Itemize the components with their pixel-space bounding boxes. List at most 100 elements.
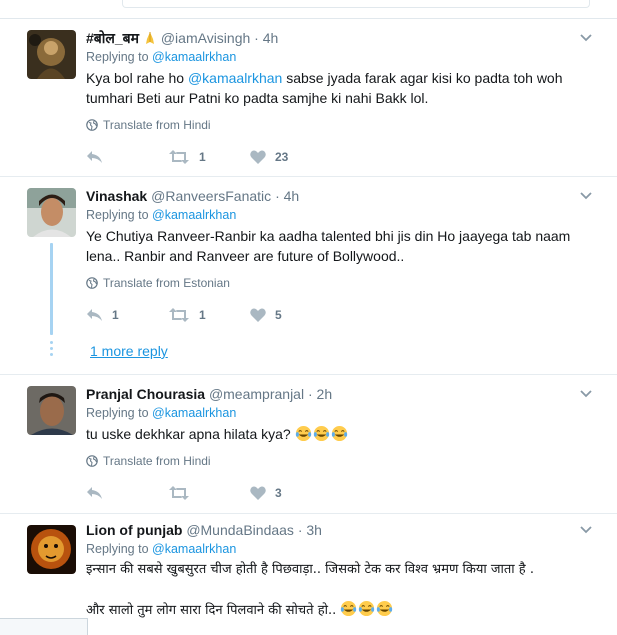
like-button[interactable]: 5 [250, 308, 332, 322]
user-fullname[interactable]: Lion of punjab [86, 522, 182, 538]
thread-line [50, 243, 53, 335]
replying-to: Replying to @kamaalrkhan [86, 541, 595, 557]
reply-count: 1 [112, 308, 119, 322]
mention-link[interactable]: @kamaalrkhan [188, 70, 282, 86]
tweet-text-part: Kya bol rahe ho [86, 70, 188, 86]
tears-of-joy-emoji-icon [377, 600, 393, 617]
translate-label[interactable]: Translate from Hindi [103, 118, 211, 132]
reply-button[interactable]: 1 [86, 308, 168, 322]
thread-dots [50, 341, 53, 359]
user-fullname[interactable]: Vinashak [86, 188, 147, 204]
translate-label[interactable]: Translate from Estonian [103, 276, 230, 290]
retweet-count: 1 [199, 150, 206, 164]
avatar-image [27, 525, 76, 574]
avatar[interactable] [27, 30, 76, 79]
globe-icon [86, 455, 98, 467]
tweet[interactable]: Lion of punjab @MundaBindaas · 3h Replyi… [0, 514, 617, 635]
globe-icon [86, 119, 98, 131]
avatar[interactable] [27, 525, 76, 574]
tears-of-joy-emoji-icon [313, 425, 329, 442]
tweet-actions: 1 1 5 [86, 306, 595, 324]
like-button[interactable]: 3 [250, 486, 332, 500]
retweet-count: 1 [199, 308, 206, 322]
translate-link[interactable]: Translate from Estonian [86, 276, 595, 290]
user-fullname[interactable]: #बोल_बम [86, 30, 139, 46]
replying-prefix: Replying to [86, 542, 149, 556]
like-button[interactable]: 23 [250, 150, 332, 164]
tweet-timestamp[interactable]: 3h [306, 522, 322, 538]
user-screen-name[interactable]: @meampranjal [209, 386, 304, 402]
reply-input-edge[interactable] [122, 0, 590, 8]
tweet-timestamp[interactable]: 4h [284, 188, 300, 204]
translate-link[interactable]: Translate from Hindi [86, 118, 595, 132]
replying-to-link[interactable]: @kamaalrkhan [152, 50, 236, 64]
avatar[interactable] [27, 386, 76, 435]
replying-to-link[interactable]: @kamaalrkhan [152, 542, 236, 556]
avatar-image [27, 386, 76, 435]
like-count: 23 [275, 150, 289, 164]
heart-icon [250, 150, 266, 164]
tears-of-joy-emoji-icon [341, 600, 357, 617]
tweet-timestamp[interactable]: 2h [317, 386, 333, 402]
reply-icon [87, 151, 102, 163]
like-count: 5 [275, 308, 282, 322]
chevron-down-icon[interactable] [580, 390, 592, 398]
separator-dot: · [254, 30, 259, 46]
reply-icon [87, 309, 102, 321]
replying-prefix: Replying to [86, 208, 149, 222]
tweet[interactable]: #बोल_बम @iamAvisingh · 4h Replying to @k… [0, 19, 617, 177]
tweet-header: Vinashak @RanveersFanatic · 4h [86, 186, 595, 206]
replying-to-link[interactable]: @kamaalrkhan [152, 406, 236, 420]
tweet-text: इन्सान की सबसे खुबसुरत चीज होती है पिछवा… [86, 560, 595, 621]
tweet-timestamp[interactable]: 4h [263, 30, 279, 46]
reply-button[interactable] [86, 486, 168, 500]
separator-dot: · [297, 522, 303, 538]
avatar[interactable] [27, 188, 76, 237]
tweet-header: #बोल_बम @iamAvisingh · 4h [86, 28, 595, 48]
like-count: 3 [275, 486, 282, 500]
user-screen-name[interactable]: @iamAvisingh [161, 30, 250, 46]
replying-to: Replying to @kamaalrkhan [86, 49, 595, 65]
translate-link[interactable]: Translate from Hindi [86, 454, 595, 468]
retweet-icon [169, 486, 189, 500]
user-screen-name[interactable]: @RanveersFanatic [151, 188, 271, 204]
top-strip [0, 0, 617, 19]
user-screen-name[interactable]: @MundaBindaas [186, 522, 294, 538]
tweet-text: Ye Chutiya Ranveer-Ranbir ka aadha talen… [86, 228, 571, 264]
separator-dot: · [307, 386, 313, 402]
chevron-down-icon[interactable] [580, 192, 592, 200]
tweet[interactable]: Pranjal Chourasia @meampranjal · 2h Repl… [0, 375, 617, 514]
retweet-icon [169, 308, 189, 322]
tweet-text: tu uske dekhkar apna hilata kya? [86, 424, 595, 444]
more-reply-link[interactable]: 1 more reply [90, 343, 168, 359]
tears-of-joy-emoji-icon [295, 425, 311, 442]
retweet-button[interactable] [168, 486, 250, 500]
tweet-text-body: tu uske dekhkar apna hilata kya? [86, 426, 291, 442]
tweet-text: Kya bol rahe ho @kamaalrkhan sabse jyada… [86, 68, 591, 108]
globe-icon [86, 277, 98, 289]
avatar-image [27, 188, 76, 237]
tweet-actions: 1 23 [86, 148, 595, 166]
chevron-down-icon[interactable] [580, 34, 592, 42]
tweet-text-line: इन्सान की सबसे खुबसुरत चीज होती है पिछवा… [86, 562, 534, 577]
heart-icon [250, 308, 266, 322]
translate-label[interactable]: Translate from Hindi [103, 454, 211, 468]
folded-hands-emoji-icon [145, 32, 154, 44]
replying-to: Replying to @kamaalrkhan [86, 207, 595, 223]
bottom-overlay-box [0, 618, 88, 635]
chevron-down-icon[interactable] [580, 526, 592, 534]
replying-to: Replying to @kamaalrkhan [86, 405, 595, 421]
heart-icon [250, 486, 266, 500]
tweet-actions: 3 [86, 484, 595, 502]
tweet[interactable]: Vinashak @RanveersFanatic · 4h Replying … [0, 177, 617, 375]
tweet-text-line-2-text: और सालो तुम लोग सारा दिन पिलवाने की सोचत… [86, 603, 337, 618]
retweet-button[interactable]: 1 [168, 308, 250, 322]
replying-to-link[interactable]: @kamaalrkhan [152, 208, 236, 222]
reply-icon [87, 487, 102, 499]
user-fullname[interactable]: Pranjal Chourasia [86, 386, 205, 402]
tweet-header: Lion of punjab @MundaBindaas · 3h [86, 520, 595, 540]
tweet-text-line-2: और सालो तुम लोग सारा दिन पिलवाने की सोचत… [86, 600, 595, 621]
tears-of-joy-emoji-icon [359, 600, 375, 617]
retweet-button[interactable]: 1 [168, 150, 250, 164]
reply-button[interactable] [86, 150, 168, 164]
